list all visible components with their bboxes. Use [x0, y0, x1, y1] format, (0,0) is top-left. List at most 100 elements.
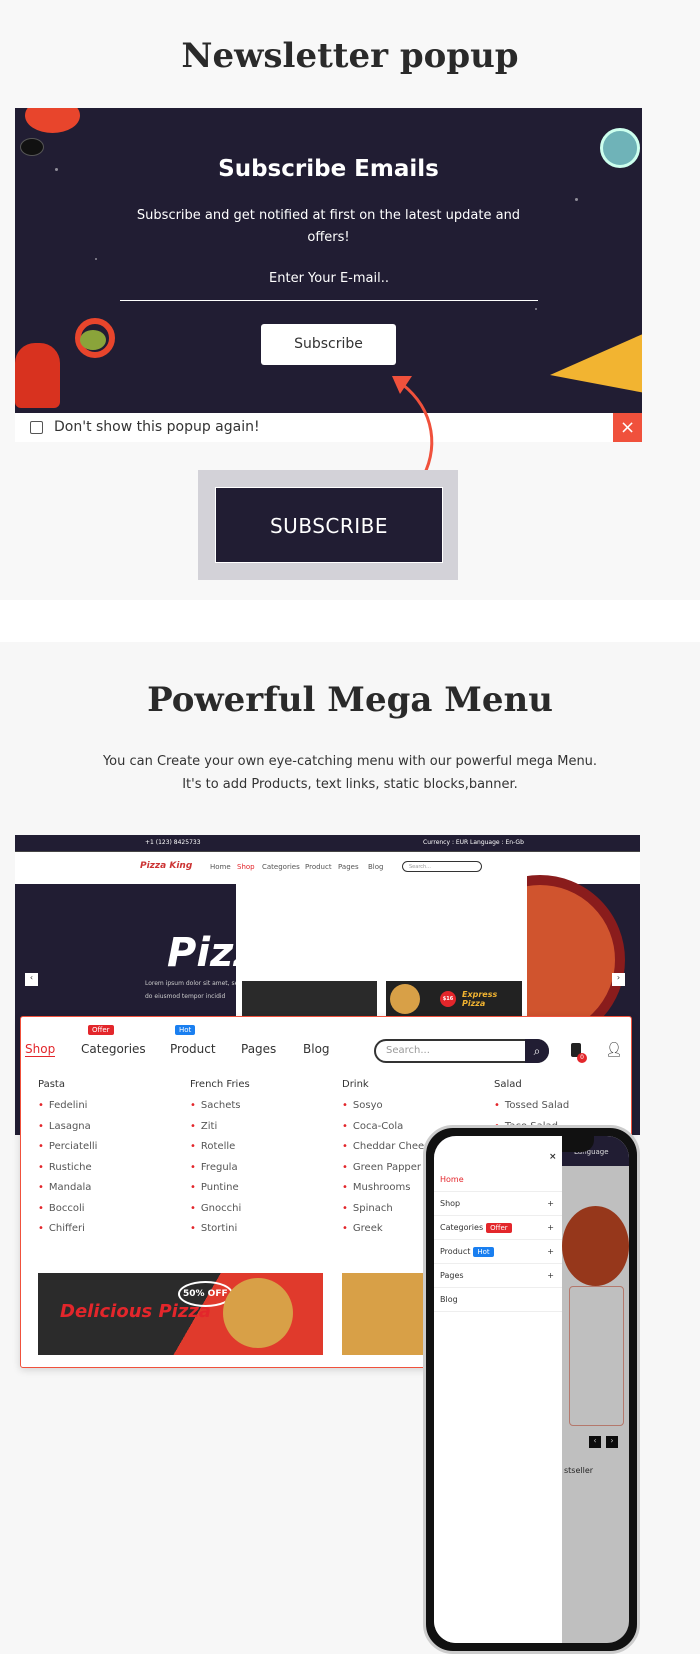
search-input[interactable]: Search...: [374, 1039, 549, 1063]
top-bar: +1 (123) 8425733 Currency : EUR Language…: [15, 835, 640, 852]
cart-count: 0: [577, 1053, 587, 1063]
nav-pages[interactable]: Pages: [241, 1042, 276, 1056]
pizza-image: [390, 984, 420, 1014]
hero-subtitle: Lorem ipsum dolor sit amet, sed do eiusm…: [145, 980, 243, 1000]
mobile-menu-item[interactable]: Shop +: [434, 1192, 562, 1216]
mobile-menu-label: Categories: [440, 1223, 484, 1232]
nav-categories[interactable]: Categories: [81, 1042, 146, 1056]
dont-show-label: Don't show this popup again!: [54, 419, 260, 435]
newsletter-popup: Subscribe Emails Subscribe and get notif…: [15, 108, 642, 413]
logo[interactable]: Pizza King: [140, 861, 192, 871]
mobile-preview: Language stseller ‹ › × Home Shop + Categor…: [423, 1125, 640, 1654]
banner-price: $16: [440, 991, 456, 1007]
nav-blog[interactable]: Blog: [303, 1042, 330, 1056]
menu-column-drink: Drink SosyoCoca-ColaCheddar CheeseGreen P…: [342, 1079, 435, 1244]
menu-item[interactable]: Gnocchi: [190, 1203, 250, 1224]
column-title: Pasta: [38, 1079, 65, 1090]
megamenu-desc-2: It's to add Products, text links, static…: [182, 777, 518, 792]
mobile-menu-label: Product: [440, 1247, 471, 1256]
phone-number: +1 (123) 8425733: [145, 839, 201, 846]
menu-item[interactable]: Ziti: [190, 1121, 250, 1142]
menu-item[interactable]: Boccoli: [38, 1203, 97, 1224]
expand-plus-icon[interactable]: +: [547, 1216, 554, 1240]
menu-item[interactable]: Coca-Cola: [342, 1121, 435, 1142]
user-icon[interactable]: 👤︎: [605, 1042, 623, 1058]
menu-item[interactable]: Greek: [342, 1223, 435, 1244]
olive-decoration: [20, 138, 44, 156]
slider-prev-icon[interactable]: ‹: [25, 973, 38, 986]
olive-green-decoration: [80, 330, 106, 350]
hot-badge: Hot: [175, 1025, 196, 1035]
nav-shop[interactable]: Shop: [237, 863, 255, 871]
mobile-menu-label: Pages: [440, 1271, 464, 1280]
mini-mega-dropdown: $16 Express Pizza: [236, 876, 527, 1016]
menu-item[interactable]: Sachets: [190, 1100, 250, 1121]
subscribe-button-highlight: SUBSCRIBE: [198, 470, 458, 580]
menu-item[interactable]: Mushrooms: [342, 1182, 435, 1203]
search-input[interactable]: Search...: [402, 861, 482, 872]
banner-express-pizza[interactable]: [342, 1273, 427, 1355]
menu-item[interactable]: Perciatelli: [38, 1141, 98, 1162]
mobile-menu-item[interactable]: Blog: [434, 1288, 562, 1312]
offer-badge: Offer: [88, 1025, 114, 1035]
email-input[interactable]: Enter Your E-mail..: [120, 271, 538, 301]
menu-item[interactable]: Green Papper: [342, 1162, 435, 1183]
close-icon[interactable]: ×: [549, 1152, 557, 1162]
menu-item[interactable]: Rotelle: [190, 1141, 250, 1162]
nav-product[interactable]: Product: [170, 1042, 216, 1056]
menu-item[interactable]: Fedelini: [38, 1100, 97, 1121]
currency-select[interactable]: Currency : EUR: [423, 839, 468, 846]
nav-product[interactable]: Product: [305, 863, 332, 871]
popup-text: Subscribe and get notified at first on t…: [136, 208, 521, 245]
expand-plus-icon[interactable]: +: [547, 1264, 554, 1288]
menu-item[interactable]: Cheddar Cheese: [342, 1141, 436, 1162]
subscribe-button[interactable]: Subscribe: [261, 324, 396, 365]
menu-item[interactable]: Mandala: [38, 1182, 97, 1203]
mobile-menu-item[interactable]: Categories Offer +: [434, 1216, 562, 1240]
banner-delicious-pizza[interactable]: Delicious Pizza 50% OFF: [38, 1273, 323, 1355]
menu-column-pasta: Pasta FedeliniLasagnaPerciatelliRusticheM…: [38, 1079, 97, 1244]
language-select[interactable]: Language : En-Gb: [470, 839, 524, 846]
menu-item[interactable]: Stortini: [190, 1223, 250, 1244]
menu-item[interactable]: Puntine: [190, 1182, 250, 1203]
close-icon[interactable]: ×: [613, 413, 642, 442]
column-title: Drink: [342, 1079, 369, 1090]
nav-blog[interactable]: Blog: [368, 863, 383, 871]
column-title: Salad: [494, 1079, 522, 1090]
tomato-decoration: [25, 108, 80, 133]
pizza-image: [223, 1278, 293, 1348]
mobile-menu-label: Shop: [440, 1199, 461, 1208]
menu-item[interactable]: Lasagna: [38, 1121, 97, 1142]
dont-show-checkbox[interactable]: [30, 421, 43, 434]
hot-badge: Hot: [473, 1247, 494, 1257]
search-icon[interactable]: ⌕: [525, 1039, 549, 1063]
expand-plus-icon[interactable]: +: [547, 1192, 554, 1216]
nav-shop[interactable]: Shop: [25, 1042, 56, 1057]
slider-next-icon[interactable]: ›: [612, 973, 625, 986]
mobile-menu-item[interactable]: Home: [434, 1168, 562, 1192]
menu-item[interactable]: Spinach: [342, 1203, 435, 1224]
menu-item[interactable]: Sosyo: [342, 1100, 435, 1121]
mobile-menu-item[interactable]: Pages +: [434, 1264, 562, 1288]
menu-item[interactable]: Tossed Salad: [494, 1100, 569, 1121]
expand-plus-icon[interactable]: +: [547, 1240, 554, 1264]
nav-categories[interactable]: Categories: [262, 863, 300, 871]
menu-column-french-fries: French Fries SachetsZitiRotelleFregulaPun…: [190, 1079, 250, 1244]
mobile-menu-item[interactable]: Product Hot +: [434, 1240, 562, 1264]
drawer-overlay[interactable]: [562, 1166, 629, 1643]
mobile-menu-label: Blog: [440, 1295, 458, 1304]
menu-item[interactable]: Chifferi: [38, 1223, 97, 1244]
banner-title: Express Pizza: [462, 990, 498, 1008]
mini-banner-2: $16 Express Pizza: [386, 981, 522, 1016]
megamenu-heading: Powerful Mega Menu: [147, 680, 553, 720]
mini-banner-1: [242, 981, 377, 1016]
phone-screen: Language stseller ‹ › × Home Shop + Categor…: [434, 1136, 629, 1643]
nav-home[interactable]: Home: [210, 863, 231, 871]
nav-pages[interactable]: Pages: [338, 863, 359, 871]
menu-item[interactable]: Fregula: [190, 1162, 250, 1183]
menu-item[interactable]: Rustiche: [38, 1162, 97, 1183]
megamenu-desc-1: You can Create your own eye-catching men…: [102, 754, 598, 769]
mobile-menu-drawer: × Home Shop + Categories Offer + Product Hot + Pa…: [434, 1136, 562, 1643]
subscribe-big-button[interactable]: SUBSCRIBE: [215, 487, 443, 563]
section-divider: [0, 600, 700, 642]
